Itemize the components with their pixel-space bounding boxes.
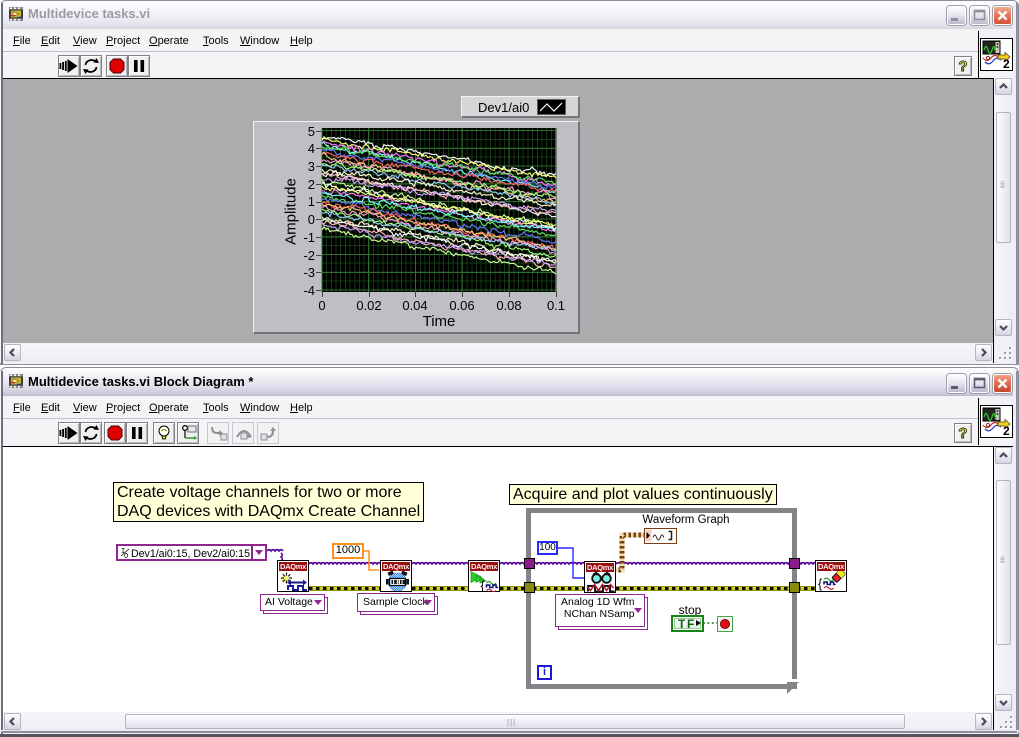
svg-text:{: {	[481, 579, 485, 592]
svg-text:{: {	[818, 577, 822, 591]
svg-text:O: O	[124, 553, 128, 559]
